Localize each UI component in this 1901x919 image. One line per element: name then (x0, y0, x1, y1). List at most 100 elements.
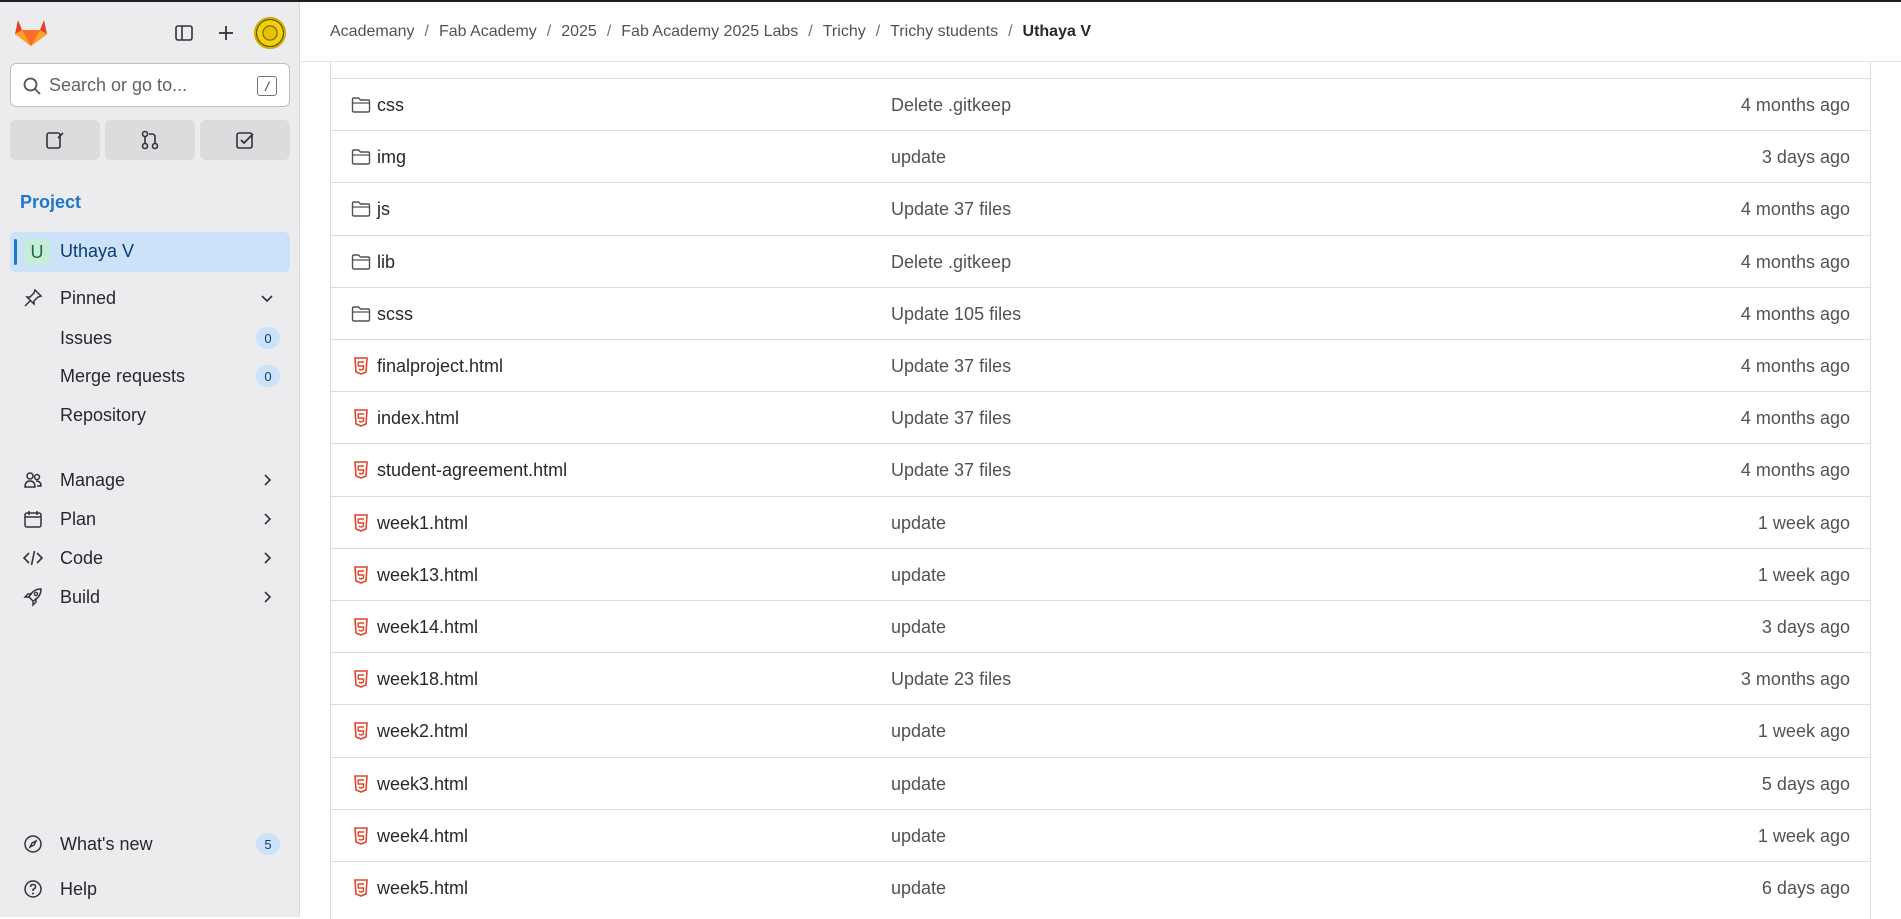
sidebar-item-plan[interactable]: Plan (10, 501, 290, 537)
sidebar-item-build[interactable]: Build (10, 579, 290, 615)
sidebar-item-help[interactable]: Help (10, 871, 290, 907)
last-commit-link[interactable]: Update 37 files (891, 460, 1011, 481)
table-row[interactable]: week18.html Update 23 files 3 months ago (331, 652, 1870, 704)
search-icon (23, 77, 41, 95)
last-commit-link[interactable]: update (891, 878, 946, 899)
file-name-link[interactable]: week13.html (377, 565, 478, 586)
table-row[interactable]: week4.html update 1 week ago (331, 808, 1870, 861)
table-row[interactable]: week14.html update 3 days ago (331, 600, 1870, 652)
last-update-time: 1 week ago (1757, 512, 1850, 533)
last-commit-link[interactable]: Update 37 files (891, 199, 1011, 220)
file-name-link[interactable]: week2.html (377, 721, 468, 742)
table-row[interactable]: student-agreement.html Update 37 files 4 m… (331, 443, 1870, 495)
table-row[interactable]: week1.html update 1 week ago (331, 495, 1870, 548)
file-name-link[interactable]: week1.html (377, 513, 468, 534)
breadcrumb-item[interactable]: Fab Academy 2025 Labs (621, 23, 798, 41)
merge-requests-button[interactable] (105, 120, 195, 160)
breadcrumb-separator: / (875, 22, 881, 40)
last-commit-link[interactable]: update (891, 721, 946, 742)
breadcrumb-item[interactable]: Trichy (823, 23, 866, 41)
last-commit-link[interactable]: update (891, 513, 946, 534)
last-update-time: 4 months ago (1740, 95, 1850, 115)
sidebar-item-code[interactable]: Code (10, 540, 290, 576)
table-row[interactable]: week3.html update 5 days ago (331, 756, 1870, 809)
table-row[interactable]: js Update 37 files 4 months ago (331, 182, 1870, 234)
last-update-time: 1 week ago (1757, 825, 1850, 846)
folder-icon (351, 306, 371, 322)
file-name-link[interactable]: week4.html (377, 826, 468, 847)
todo-check-icon (236, 132, 254, 149)
code-icon (23, 550, 43, 566)
todo-list-button[interactable] (200, 120, 290, 160)
rocket-icon (23, 588, 42, 607)
last-commit-link[interactable]: Delete .gitkeep (891, 95, 1011, 116)
file-name-link[interactable]: js (377, 199, 390, 220)
file-name-link[interactable]: week18.html (377, 669, 478, 690)
breadcrumb-item[interactable]: Academany (330, 23, 415, 41)
last-commit-link[interactable]: Update 37 files (891, 408, 1011, 429)
file-name-link[interactable]: student-agreement.html (377, 460, 567, 481)
sidebar-item-repository[interactable]: Repository (10, 397, 290, 433)
sidebar-item-pinned[interactable]: Pinned (10, 280, 290, 316)
last-commit-link[interactable]: Update 105 files (891, 304, 1021, 325)
last-commit-link[interactable]: update (891, 565, 946, 586)
sidebar-item-merge-requests[interactable]: Merge requests 0 (10, 358, 290, 394)
search-input[interactable]: Search or go to... / (10, 63, 290, 107)
table-row[interactable]: week2.html update 1 week ago (331, 704, 1870, 756)
last-update-time: 6 days ago (1761, 878, 1850, 898)
chevron-right-icon (264, 513, 272, 525)
sidebar-item-issues[interactable]: Issues 0 (10, 320, 290, 356)
file-name-link[interactable]: img (377, 147, 406, 168)
folder-icon (351, 97, 371, 113)
last-commit-link[interactable]: update (891, 147, 946, 168)
breadcrumb-item[interactable]: Trichy students (890, 23, 998, 41)
breadcrumb-current[interactable]: Uthaya V (1023, 23, 1091, 41)
html5-file-icon (354, 513, 368, 532)
file-name-link[interactable]: scss (377, 304, 413, 325)
file-name-link[interactable]: lib (377, 252, 395, 273)
search-placeholder: Search or go to... (49, 74, 188, 95)
table-row[interactable]: finalproject.html Update 37 files 4 months… (331, 339, 1870, 391)
sidebar-section-project: Project (20, 192, 82, 212)
file-name-link[interactable]: index.html (377, 408, 459, 429)
issues-icon (46, 132, 64, 149)
html5-file-icon (354, 774, 368, 793)
last-commit-link[interactable]: Delete .gitkeep (891, 252, 1011, 273)
sidebar-item-whats-new[interactable]: What's new 5 (10, 826, 290, 862)
last-update-time: 4 months ago (1740, 303, 1850, 324)
breadcrumb-separator: / (606, 22, 612, 40)
file-name-link[interactable]: week5.html (377, 878, 468, 899)
table-row[interactable]: index.html Update 37 files 4 months ago (331, 391, 1870, 443)
search-shortcut-key: / (257, 76, 277, 96)
gitlab-logo-icon[interactable] (14, 16, 48, 48)
last-commit-link[interactable]: update (891, 617, 946, 638)
user-avatar[interactable] (254, 17, 286, 49)
html5-file-icon (354, 826, 368, 845)
file-name-link[interactable]: week3.html (377, 774, 468, 795)
last-commit-link[interactable]: Update 37 files (891, 356, 1011, 377)
breadcrumb-item[interactable]: 2025 (561, 23, 597, 41)
sidebar-item-manage[interactable]: Manage (10, 462, 290, 498)
create-new-button[interactable] (210, 17, 242, 49)
last-commit-link[interactable]: update (891, 826, 946, 847)
table-row[interactable]: lib Delete .gitkeep 4 months ago (331, 234, 1870, 287)
sidebar-project-link[interactable]: U Uthaya V (10, 232, 290, 272)
last-update-time: 4 months ago (1740, 408, 1850, 429)
toggle-sidebar-button[interactable] (168, 17, 200, 49)
table-row[interactable]: week13.html update 1 week ago (331, 547, 1870, 600)
last-commit-link[interactable]: Update 23 files (891, 669, 1011, 690)
assigned-issues-button[interactable] (10, 120, 100, 160)
table-row[interactable]: css Delete .gitkeep 4 months ago (331, 78, 1870, 130)
last-update-time: 1 week ago (1757, 721, 1850, 742)
table-row[interactable]: img update 3 days ago (331, 130, 1870, 182)
file-name-link[interactable]: week14.html (377, 617, 478, 638)
file-name-link[interactable]: css (377, 95, 404, 116)
breadcrumb-item[interactable]: Fab Academy (439, 23, 537, 41)
file-name-link[interactable]: finalproject.html (377, 356, 503, 377)
folder-icon (351, 149, 371, 165)
table-row[interactable]: week5.html update 6 days ago (331, 861, 1870, 913)
html5-file-icon (354, 409, 368, 428)
last-commit-link[interactable]: update (891, 774, 946, 795)
table-row[interactable]: scss Update 105 files 4 months ago (331, 286, 1870, 339)
sidebar-toggle-icon (175, 25, 193, 41)
